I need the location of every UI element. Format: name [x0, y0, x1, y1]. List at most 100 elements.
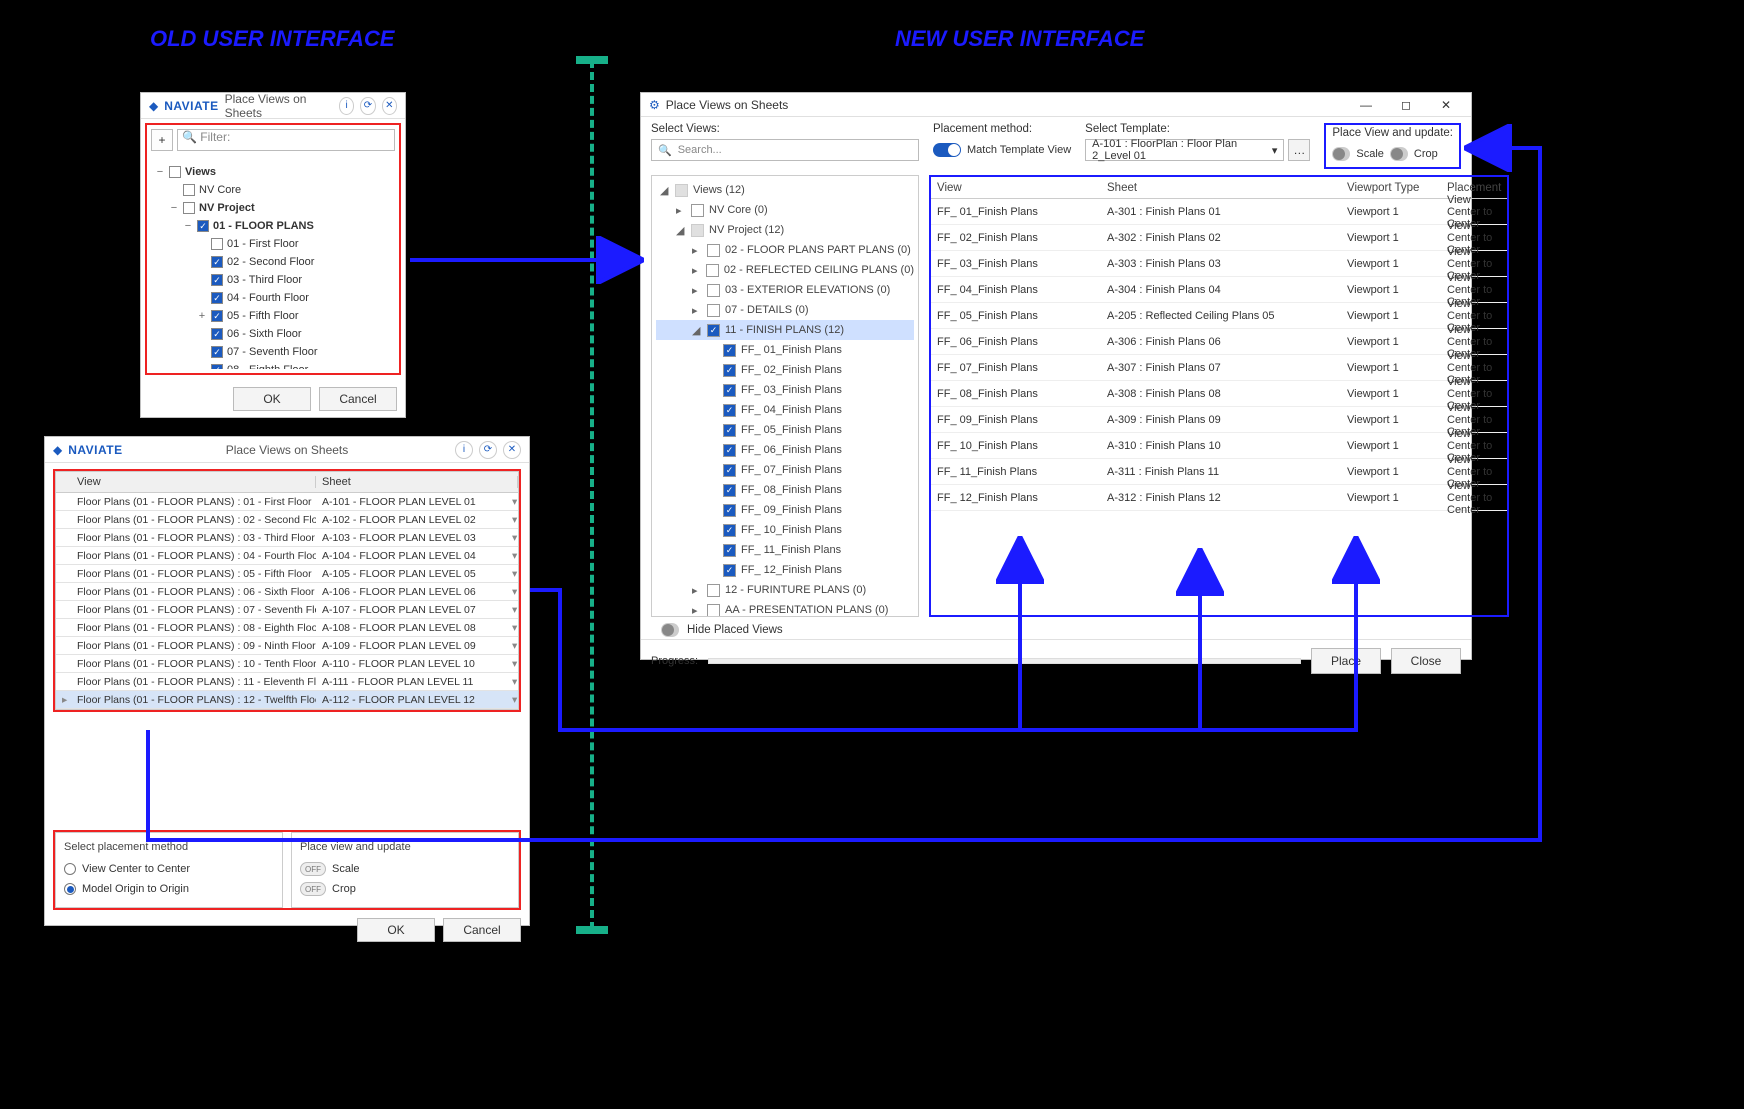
tree-item[interactable]: +05 - Fifth Floor [153, 307, 393, 325]
radio-origin[interactable] [64, 883, 76, 895]
close-icon[interactable]: ✕ [1429, 95, 1463, 115]
checkbox-icon[interactable] [707, 244, 720, 257]
checkbox-icon[interactable] [707, 324, 720, 337]
table-row[interactable]: FF_ 07_Finish PlansA-307 : Finish Plans … [931, 355, 1507, 381]
hide-placed-toggle[interactable] [661, 623, 679, 637]
tree-item[interactable]: ▸02 - FLOOR PLANS PART PLANS (0) [656, 240, 914, 260]
tree-item[interactable]: FF_ 12_Finish Plans [656, 560, 914, 580]
table-row[interactable]: Floor Plans (01 - FLOOR PLANS) : 01 - Fi… [56, 493, 518, 511]
tree-item[interactable]: FF_ 04_Finish Plans [656, 400, 914, 420]
tree-item[interactable]: ◢11 - FINISH PLANS (12) [656, 320, 914, 340]
checkbox-icon[interactable] [675, 184, 688, 197]
checkbox-icon[interactable] [723, 384, 736, 397]
tree-item[interactable]: 02 - Second Floor [153, 253, 393, 271]
tree-item[interactable]: ◢NV Project (12) [656, 220, 914, 240]
cancel-button[interactable]: Cancel [319, 387, 397, 411]
tree-item[interactable]: ▸NV Core (0) [656, 200, 914, 220]
tree-item[interactable]: ▸03 - EXTERIOR ELEVATIONS (0) [656, 280, 914, 300]
match-template-toggle[interactable] [933, 143, 961, 157]
tree-item[interactable]: FF_ 09_Finish Plans [656, 500, 914, 520]
checkbox-icon[interactable] [723, 344, 736, 357]
scale-toggle[interactable] [1332, 147, 1350, 161]
tree-item[interactable]: 06 - Sixth Floor [153, 325, 393, 343]
tree-item[interactable]: 08 - Eighth Floor [153, 361, 393, 369]
info-icon[interactable]: i [455, 441, 473, 459]
checkbox-icon[interactable] [211, 292, 223, 304]
search-input[interactable]: 🔍 Search... [651, 139, 919, 161]
info-icon[interactable]: i [339, 97, 354, 115]
checkbox-icon[interactable] [211, 364, 223, 369]
tree-item[interactable]: FF_ 05_Finish Plans [656, 420, 914, 440]
checkbox-icon[interactable] [723, 464, 736, 477]
maximize-icon[interactable]: ◻ [1389, 95, 1423, 115]
grid-body[interactable]: Floor Plans (01 - FLOOR PLANS) : 01 - Fi… [55, 493, 519, 710]
checkbox-icon[interactable] [707, 584, 720, 597]
tree-item[interactable]: ▸12 - FURINTURE PLANS (0) [656, 580, 914, 600]
tree-item[interactable]: 03 - Third Floor [153, 271, 393, 289]
ok-button[interactable]: OK [357, 918, 435, 942]
tree-item[interactable]: 07 - Seventh Floor [153, 343, 393, 361]
table-row[interactable]: FF_ 02_Finish PlansA-302 : Finish Plans … [931, 225, 1507, 251]
close-icon[interactable]: ✕ [382, 97, 397, 115]
table-row[interactable]: FF_ 08_Finish PlansA-308 : Finish Plans … [931, 381, 1507, 407]
table-row[interactable]: Floor Plans (01 - FLOOR PLANS) : 02 - Se… [56, 511, 518, 529]
tree-item[interactable]: 01 - First Floor [153, 235, 393, 253]
checkbox-icon[interactable] [723, 404, 736, 417]
tree-item[interactable]: FF_ 08_Finish Plans [656, 480, 914, 500]
tree-item[interactable]: FF_ 02_Finish Plans [656, 360, 914, 380]
checkbox-icon[interactable] [723, 544, 736, 557]
table-row[interactable]: Floor Plans (01 - FLOOR PLANS) : 04 - Fo… [56, 547, 518, 565]
table-row[interactable]: Floor Plans (01 - FLOOR PLANS) : 10 - Te… [56, 655, 518, 673]
checkbox-icon[interactable] [211, 328, 223, 340]
tree-item[interactable]: ▸07 - DETAILS (0) [656, 300, 914, 320]
scale-toggle[interactable]: OFF [300, 862, 326, 876]
checkbox-icon[interactable] [211, 274, 223, 286]
table-row[interactable]: Floor Plans (01 - FLOOR PLANS) : 09 - Ni… [56, 637, 518, 655]
tree-item[interactable]: FF_ 11_Finish Plans [656, 540, 914, 560]
checkbox-icon[interactable] [707, 284, 720, 297]
checkbox-icon[interactable] [723, 524, 736, 537]
table-row[interactable]: FF_ 03_Finish PlansA-303 : Finish Plans … [931, 251, 1507, 277]
new-table[interactable]: View Sheet Viewport Type Placement FF_ 0… [929, 175, 1509, 617]
tree-item[interactable]: ▸02 - REFLECTED CEILING PLANS (0) [656, 260, 914, 280]
crop-toggle[interactable]: OFF [300, 882, 326, 896]
table-row[interactable]: FF_ 09_Finish PlansA-309 : Finish Plans … [931, 407, 1507, 433]
close-button[interactable]: Close [1391, 648, 1461, 674]
checkbox-icon[interactable] [723, 424, 736, 437]
tree-item[interactable]: FF_ 10_Finish Plans [656, 520, 914, 540]
checkbox-icon[interactable] [706, 264, 719, 277]
tree-item[interactable]: FF_ 06_Finish Plans [656, 440, 914, 460]
checkbox-icon[interactable] [723, 444, 736, 457]
table-row[interactable]: FF_ 11_Finish PlansA-311 : Finish Plans … [931, 459, 1507, 485]
checkbox-icon[interactable] [691, 204, 704, 217]
checkbox-icon[interactable] [211, 346, 223, 358]
checkbox-icon[interactable] [691, 224, 704, 237]
checkbox-icon[interactable] [211, 310, 223, 322]
checkbox-icon[interactable] [707, 304, 720, 317]
tree-item[interactable]: 04 - Fourth Floor [153, 289, 393, 307]
tree-item[interactable]: FF_ 01_Finish Plans [656, 340, 914, 360]
table-row[interactable]: FF_ 12_Finish PlansA-312 : Finish Plans … [931, 485, 1507, 511]
table-row[interactable]: Floor Plans (01 - FLOOR PLANS) : 11 - El… [56, 673, 518, 691]
template-dropdown[interactable]: A-101 : FloorPlan : Floor Plan 2_Level 0… [1085, 139, 1284, 161]
minimize-icon[interactable]: — [1349, 95, 1383, 115]
tree-item[interactable]: ◢Views (12) [656, 180, 914, 200]
filter-input[interactable]: 🔍 Filter: [177, 129, 395, 151]
table-row[interactable]: FF_ 01_Finish PlansA-301 : Finish Plans … [931, 199, 1507, 225]
ok-button[interactable]: OK [233, 387, 311, 411]
table-row[interactable]: Floor Plans (01 - FLOOR PLANS) : 07 - Se… [56, 601, 518, 619]
tree-item[interactable]: FF_ 03_Finish Plans [656, 380, 914, 400]
table-row[interactable]: Floor Plans (01 - FLOOR PLANS) : 08 - Ei… [56, 619, 518, 637]
table-row[interactable]: FF_ 05_Finish PlansA-205 : Reflected Cei… [931, 303, 1507, 329]
radio-center[interactable] [64, 863, 76, 875]
add-button[interactable]: + [151, 129, 173, 151]
views-tree[interactable]: −Views NV Core −NV Project −01 - FLOOR P… [151, 159, 395, 369]
table-row[interactable]: FF_ 06_Finish PlansA-306 : Finish Plans … [931, 329, 1507, 355]
checkbox-icon[interactable] [723, 504, 736, 517]
tree-item[interactable]: FF_ 07_Finish Plans [656, 460, 914, 480]
checkbox-icon[interactable] [723, 564, 736, 577]
table-row[interactable]: FF_ 04_Finish PlansA-304 : Finish Plans … [931, 277, 1507, 303]
crop-toggle[interactable] [1390, 147, 1408, 161]
tree-item[interactable]: ▸AA - PRESENTATION PLANS (0) [656, 600, 914, 617]
checkbox-icon[interactable] [723, 364, 736, 377]
